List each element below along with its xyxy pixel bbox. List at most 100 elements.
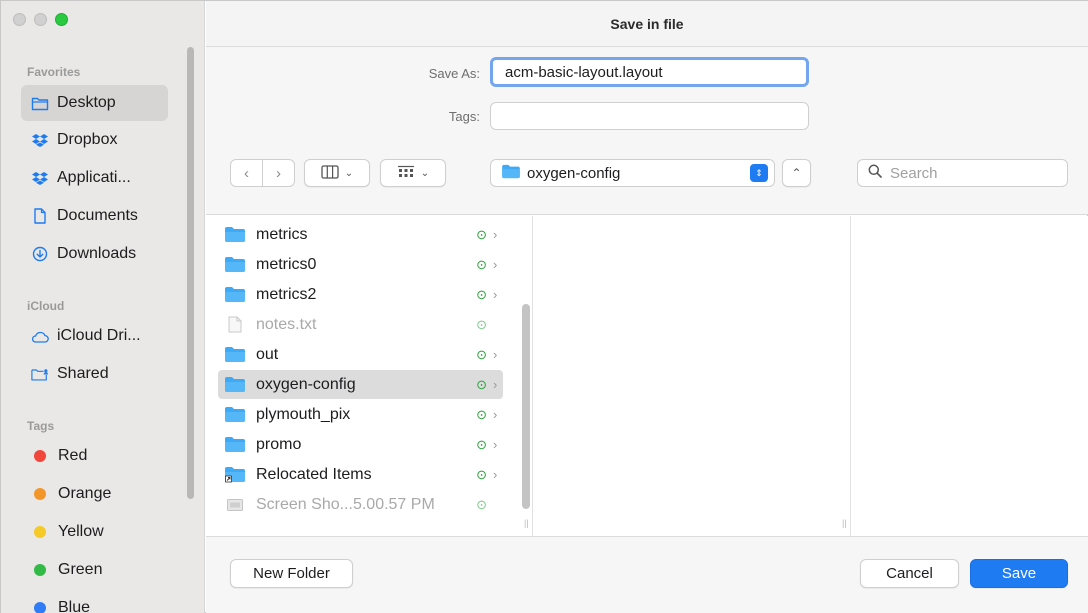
group-view-button[interactable]: ⌄	[380, 159, 446, 187]
file-row-oxygen-config[interactable]: oxygen-config ⊙ ›	[218, 370, 503, 399]
column-resize-handle[interactable]: ||	[524, 518, 529, 528]
file-row-out[interactable]: out ⊙ ›	[218, 340, 503, 369]
yellow-tag-dot-icon	[34, 526, 46, 538]
file-row-metrics[interactable]: metrics ⊙ ›	[218, 220, 503, 249]
sidebar-item-label: Orange	[58, 485, 112, 502]
search-placeholder: Search	[890, 164, 938, 182]
sidebar-item-desktop[interactable]: Desktop	[21, 85, 168, 121]
synced-check-icon: ⊙	[476, 406, 487, 422]
synced-check-icon: ⊙	[476, 256, 487, 272]
sidebar-item-label: Red	[58, 447, 88, 464]
synced-check-icon: ⊙	[476, 286, 487, 302]
file-name: plymouth_pix	[256, 405, 351, 423]
file-name: out	[256, 345, 279, 363]
browser-column-3	[852, 216, 1088, 536]
close-window-button[interactable]	[13, 13, 26, 26]
file-row-screenshot[interactable]: Screen Sho...5.00.57 PM ⊙	[218, 490, 503, 519]
zoom-window-button[interactable]	[55, 13, 68, 26]
save-button[interactable]: Save	[970, 559, 1068, 588]
sidebar-item-label: Shared	[57, 365, 109, 382]
file-name: notes.txt	[256, 315, 317, 333]
document-icon	[31, 207, 49, 225]
icloud-header: iCloud	[27, 299, 65, 313]
file-row-notes-txt[interactable]: notes.txt ⊙	[218, 310, 503, 339]
column-view-button[interactable]: ⌄	[304, 159, 370, 187]
save-as-field[interactable]	[490, 57, 809, 87]
sidebar-item-applications[interactable]: Applicati...	[21, 160, 168, 196]
sidebar-item-label: iCloud Dri...	[57, 327, 141, 344]
folder-icon	[224, 346, 246, 363]
file-row-metrics2[interactable]: metrics2 ⊙ ›	[218, 280, 503, 309]
sidebar-item-tag-blue[interactable]: Blue	[21, 590, 168, 613]
chevron-right-icon: ›	[493, 467, 498, 482]
file-row-promo[interactable]: promo ⊙ ›	[218, 430, 503, 459]
sidebar-item-tag-red[interactable]: Red	[21, 438, 168, 474]
sidebar-item-downloads[interactable]: Downloads	[21, 236, 168, 272]
folder-icon	[224, 406, 246, 423]
image-file-icon	[224, 496, 246, 514]
file-name: metrics0	[256, 255, 317, 273]
favorites-header: Favorites	[27, 65, 81, 79]
download-icon	[31, 245, 49, 263]
alias-folder-icon	[224, 466, 246, 483]
chevron-down-icon: ⌄	[344, 167, 354, 179]
sidebar-item-label: Applicati...	[57, 169, 131, 186]
column-scrollbar[interactable]	[522, 304, 530, 509]
new-folder-button[interactable]: New Folder	[230, 559, 353, 588]
sidebar-item-dropbox[interactable]: Dropbox	[21, 122, 168, 158]
file-browser: metrics ⊙ › metrics0 ⊙ › metrics2 ⊙ › no…	[206, 216, 1088, 536]
chevron-right-icon: ›	[493, 377, 498, 392]
dropbox-icon	[31, 169, 49, 187]
tags-field[interactable]	[490, 102, 809, 130]
green-tag-dot-icon	[34, 564, 46, 576]
file-row-metrics0[interactable]: metrics0 ⊙ ›	[218, 250, 503, 279]
forward-button[interactable]: ›	[263, 160, 294, 186]
text-file-icon	[224, 316, 246, 334]
chevron-down-icon: ⌄	[420, 167, 430, 179]
synced-check-icon: ⊙	[476, 226, 487, 242]
chevron-right-icon: ›	[493, 347, 498, 362]
desktop-folder-icon	[31, 94, 49, 112]
file-name: Screen Sho...5.00.57 PM	[256, 495, 435, 513]
sidebar-scrollbar[interactable]	[187, 47, 194, 499]
chevron-right-icon: ›	[493, 437, 498, 452]
file-name: Relocated Items	[256, 465, 372, 483]
minimize-window-button[interactable]	[34, 13, 47, 26]
sidebar-item-tag-green[interactable]: Green	[21, 552, 168, 588]
cloud-icon	[31, 327, 49, 345]
collapse-button[interactable]: ⌃	[782, 159, 811, 187]
column-resize-handle[interactable]: ||	[842, 518, 847, 528]
blue-tag-dot-icon	[34, 602, 46, 613]
shared-folder-icon	[31, 365, 49, 383]
sidebar-item-documents[interactable]: Documents	[21, 198, 168, 234]
sidebar-item-label: Documents	[57, 207, 138, 224]
file-name: oxygen-config	[256, 375, 356, 393]
sidebar-item-shared[interactable]: Shared	[21, 356, 168, 392]
cancel-button[interactable]: Cancel	[860, 559, 959, 588]
search-field[interactable]: Search	[857, 159, 1068, 187]
save-as-label: Save As:	[428, 66, 480, 81]
location-popup[interactable]: oxygen-config ⇕	[490, 159, 775, 187]
sidebar-item-icloud-drive[interactable]: iCloud Dri...	[21, 318, 168, 354]
sidebar-item-tag-orange[interactable]: Orange	[21, 476, 168, 512]
chevron-right-icon: ›	[493, 257, 498, 272]
location-label: oxygen-config	[527, 164, 621, 182]
file-row-plymouth-pix[interactable]: plymouth_pix ⊙ ›	[218, 400, 503, 429]
synced-check-icon: ⊙	[476, 346, 487, 362]
chevron-right-icon: ›	[493, 227, 498, 242]
sidebar-item-tag-yellow[interactable]: Yellow	[21, 514, 168, 550]
sidebar: Favorites Desktop Dropbox Applicati... D…	[1, 1, 205, 613]
file-row-relocated-items[interactable]: Relocated Items ⊙ ›	[218, 460, 503, 489]
sidebar-item-label: Dropbox	[57, 131, 118, 148]
folder-icon	[224, 376, 246, 393]
grid-icon	[397, 165, 415, 182]
traffic-lights	[13, 13, 68, 26]
back-button[interactable]: ‹	[231, 160, 263, 186]
sidebar-item-label: Blue	[58, 599, 91, 613]
search-icon	[868, 164, 882, 182]
sidebar-item-label: Green	[58, 561, 103, 578]
dropbox-icon	[31, 131, 49, 149]
red-tag-dot-icon	[34, 450, 46, 462]
synced-check-icon: ⊙	[476, 316, 487, 332]
sidebar-item-label: Yellow	[58, 523, 104, 540]
